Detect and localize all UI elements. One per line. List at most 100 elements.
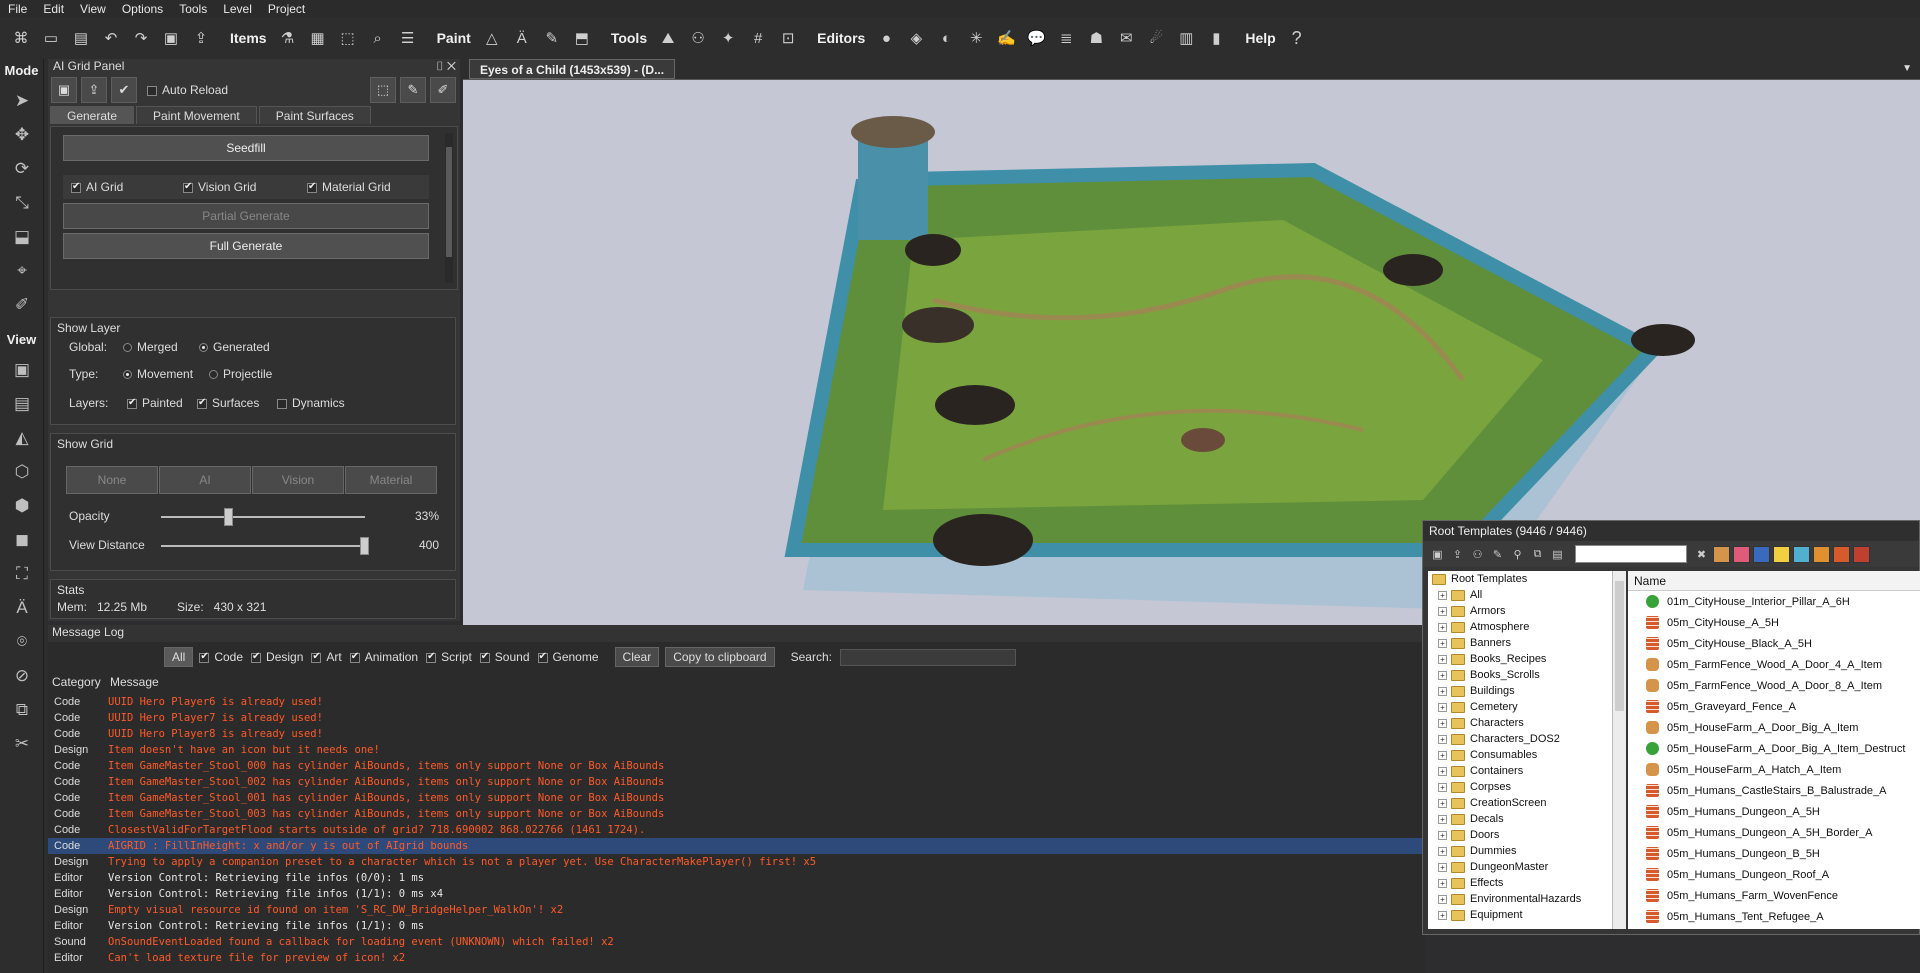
type-filter-wall-icon[interactable]: [1833, 545, 1850, 563]
expand-icon[interactable]: +: [1438, 638, 1447, 648]
tree-folder[interactable]: + Buildings: [1428, 683, 1612, 699]
type-filter-surface-icon[interactable]: [1793, 545, 1810, 563]
list-header-name[interactable]: Name: [1628, 571, 1920, 591]
gamepad-icon[interactable]: ⌘: [9, 26, 33, 50]
message-row[interactable]: Code Item GameMaster_Stool_000 has cylind…: [48, 758, 1425, 774]
character-icon[interactable]: ☗: [1084, 26, 1108, 50]
tree-folder[interactable]: + CreationScreen: [1428, 795, 1612, 811]
list-icon[interactable]: ☰: [396, 26, 420, 50]
message-row[interactable]: Editor Version Control: Retrieving file i…: [48, 918, 1425, 934]
tree-folder[interactable]: + Atmosphere: [1428, 619, 1612, 635]
tree-folder[interactable]: + Equipment: [1428, 907, 1612, 923]
expand-icon[interactable]: +: [1438, 766, 1447, 776]
rotate-icon[interactable]: ⟳: [0, 152, 44, 186]
binoculars-icon[interactable]: ⚇: [1469, 546, 1486, 563]
tree-folder[interactable]: + DungeonMaster: [1428, 859, 1612, 875]
search-input[interactable]: [839, 648, 1016, 666]
expand-icon[interactable]: +: [1438, 670, 1447, 680]
menu-level[interactable]: Level: [215, 2, 260, 16]
export-icon[interactable]: ⇪: [189, 26, 213, 50]
expand-icon[interactable]: +: [1438, 814, 1447, 824]
auto-reload-check[interactable]: Auto Reload: [147, 83, 228, 97]
tree-root[interactable]: Root Templates: [1428, 571, 1612, 587]
template-item[interactable]: 05m_Humans_Farm_WovenFence: [1628, 885, 1920, 906]
tree-folder[interactable]: + Books_Scrolls: [1428, 667, 1612, 683]
script-icon[interactable]: ✍: [994, 26, 1018, 50]
edit-icon[interactable]: ✐: [0, 288, 44, 322]
type-filter-light-icon[interactable]: [1773, 545, 1790, 563]
menu-options[interactable]: Options: [114, 2, 171, 16]
message-row[interactable]: Design Empty visual resource id found on …: [48, 902, 1425, 918]
wireframe-icon[interactable]: ⬡: [0, 455, 44, 489]
tree-folder[interactable]: + Armors: [1428, 603, 1612, 619]
copy-clipboard-button[interactable]: Copy to clipboard: [665, 647, 775, 667]
tree-folder[interactable]: + Consumables: [1428, 747, 1612, 763]
tree-folder[interactable]: + Effects: [1428, 875, 1612, 891]
template-item[interactable]: 05m_FarmFence_Wood_A_Door_4_A_Item: [1628, 654, 1920, 675]
opacity-slider[interactable]: [161, 508, 365, 526]
save-grid-button[interactable]: ▣: [51, 77, 77, 103]
template-item[interactable]: 05m_Humans_CastleStairs_B_Balustrade_A: [1628, 780, 1920, 801]
sphere-icon[interactable]: ●: [874, 26, 898, 50]
dialog-icon[interactable]: 💬: [1024, 26, 1048, 50]
template-item[interactable]: 05m_Humans_Dungeon_A_5H: [1628, 801, 1920, 822]
filter-design-check[interactable]: Design: [251, 650, 303, 664]
filter-sound-check[interactable]: Sound: [479, 650, 530, 664]
expand-icon[interactable]: +: [1438, 878, 1447, 888]
find-icon[interactable]: ⚲: [1509, 546, 1526, 563]
items-tool-icon[interactable]: ⚗: [276, 26, 300, 50]
tree-folder[interactable]: + Dummies: [1428, 843, 1612, 859]
tree-folder[interactable]: + Containers: [1428, 763, 1612, 779]
contrast-icon[interactable]: ◐: [934, 26, 958, 50]
viewport-dropdown-icon[interactable]: ▼: [1902, 63, 1912, 74]
movement-radio[interactable]: Movement: [123, 367, 193, 381]
object-view-icon[interactable]: ⬢: [0, 489, 44, 523]
template-search-input[interactable]: [1575, 545, 1687, 563]
tree-folder[interactable]: + Corpses: [1428, 779, 1612, 795]
menu-file[interactable]: File: [0, 2, 35, 16]
seedfill-button[interactable]: Seedfill: [63, 135, 429, 161]
story-icon[interactable]: ≣: [1054, 26, 1078, 50]
template-item[interactable]: 05m_Humans_Dungeon_A_5H_Border_A: [1628, 822, 1920, 843]
message-row[interactable]: Code ClosestValidForTargetFlood starts ou…: [48, 822, 1425, 838]
pointer-icon[interactable]: ➤: [0, 84, 44, 118]
projectile-radio[interactable]: Projectile: [209, 367, 272, 381]
paint-tool-icon[interactable]: ⬒: [570, 26, 594, 50]
stats-icon[interactable]: ▮: [1204, 26, 1228, 50]
card-icon[interactable]: ▤: [1549, 546, 1566, 563]
tab-paint-surfaces[interactable]: Paint Surfaces: [258, 106, 371, 124]
message-row[interactable]: Sound OnSoundEventLoaded found a callback…: [48, 934, 1425, 950]
tab-paint-movement[interactable]: Paint Movement: [136, 106, 257, 124]
scroll-icon[interactable]: ✉: [1114, 26, 1138, 50]
brush-icon[interactable]: ✎: [540, 26, 564, 50]
partial-generate-button[interactable]: Partial Generate: [63, 203, 429, 229]
paint-brush-button[interactable]: ✎: [400, 77, 426, 103]
message-row[interactable]: Code Item GameMaster_Stool_003 has cylind…: [48, 806, 1425, 822]
panel-scrollbar[interactable]: [445, 133, 453, 283]
tree-folder[interactable]: + Books_Recipes: [1428, 651, 1612, 667]
template-item[interactable]: 05m_HouseFarm_A_Door_Big_A_Item_Destruct: [1628, 738, 1920, 759]
hide-icon[interactable]: ⊘: [0, 659, 44, 693]
undo-icon[interactable]: ↶: [99, 26, 123, 50]
move-icon[interactable]: ✥: [0, 118, 44, 152]
tree-scrollbar[interactable]: [1612, 571, 1626, 929]
filter-art-check[interactable]: Art: [311, 650, 342, 664]
tree-folder[interactable]: + Cemetery: [1428, 699, 1612, 715]
type-filter-decal-icon[interactable]: [1813, 545, 1830, 563]
expand-icon[interactable]: +: [1438, 702, 1447, 712]
grid-icon[interactable]: #: [746, 26, 770, 50]
viewport-tab[interactable]: Eyes of a Child (1453x539) - (D...: [469, 59, 676, 79]
filter-all-button[interactable]: All: [164, 647, 194, 667]
layers-icon[interactable]: ▤: [0, 387, 44, 421]
ai-view-icon[interactable]: Ä: [0, 591, 44, 625]
wand-icon[interactable]: ✦: [716, 26, 740, 50]
particles-icon[interactable]: ✳: [964, 26, 988, 50]
camera-view-icon[interactable]: ⌾: [0, 625, 44, 659]
view-distance-slider[interactable]: [161, 537, 369, 555]
template-item[interactable]: 05m_Humans_Dungeon_B_5H: [1628, 843, 1920, 864]
export-icon[interactable]: ⇪: [1449, 546, 1466, 563]
select-area-button[interactable]: ⬚: [370, 77, 396, 103]
template-item[interactable]: 05m_HouseFarm_A_Door_Big_A_Item: [1628, 717, 1920, 738]
expand-icon[interactable]: +: [1438, 782, 1447, 792]
help-icon[interactable]: ?: [1285, 26, 1309, 50]
